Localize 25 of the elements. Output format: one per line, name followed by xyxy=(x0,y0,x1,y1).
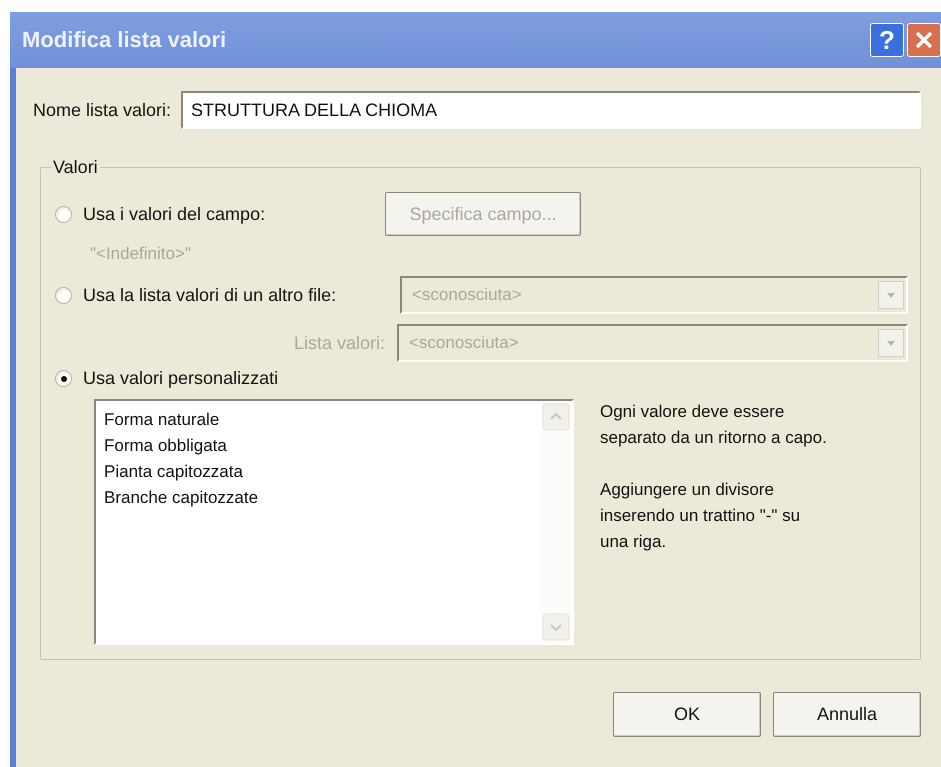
field-label: Nome lista valori: xyxy=(33,100,172,120)
value-line: Branche capitozzate xyxy=(104,487,260,509)
value-line: Forma obbligata xyxy=(104,435,228,457)
value-line: Forma naturale xyxy=(104,409,220,431)
radio-label: Usa i valori del campo: xyxy=(83,204,266,224)
values-text-area[interactable]: Forma naturale Forma obbligata Pianta capitozzata Branche capitozzate xyxy=(94,399,574,645)
cancel-button[interactable]: Annulla xyxy=(773,692,921,737)
group-title: Valori xyxy=(52,157,99,178)
radio-button[interactable] xyxy=(55,370,72,387)
window-title: Modifica lista valori xyxy=(22,27,228,53)
ok-button[interactable]: OK xyxy=(613,692,761,737)
radio-label: Usa valori personalizzati xyxy=(83,368,278,389)
close-icon xyxy=(913,29,935,51)
dropdown-label: Lista valori: xyxy=(292,332,386,354)
radio-button[interactable] xyxy=(55,286,72,304)
help-button[interactable]: ? xyxy=(870,23,904,57)
name-field[interactable]: STRUTTURA DELLA CHIOMA xyxy=(181,91,921,129)
radio-label: Usa la lista valori di un altro file: xyxy=(83,284,336,306)
hint-text: Ogni valore deve essere separato da un ritorno a capo. xyxy=(600,401,828,449)
scrollbar[interactable] xyxy=(542,401,572,643)
hint-text: Aggiungere un divisore inserendo un trattino "-" su una riga. xyxy=(600,479,802,553)
field-value: "<Indefinito>" xyxy=(90,244,192,264)
value-line: Pianta capitozzata xyxy=(104,461,244,483)
radio-button[interactable] xyxy=(55,206,72,222)
close-button[interactable] xyxy=(907,23,941,57)
